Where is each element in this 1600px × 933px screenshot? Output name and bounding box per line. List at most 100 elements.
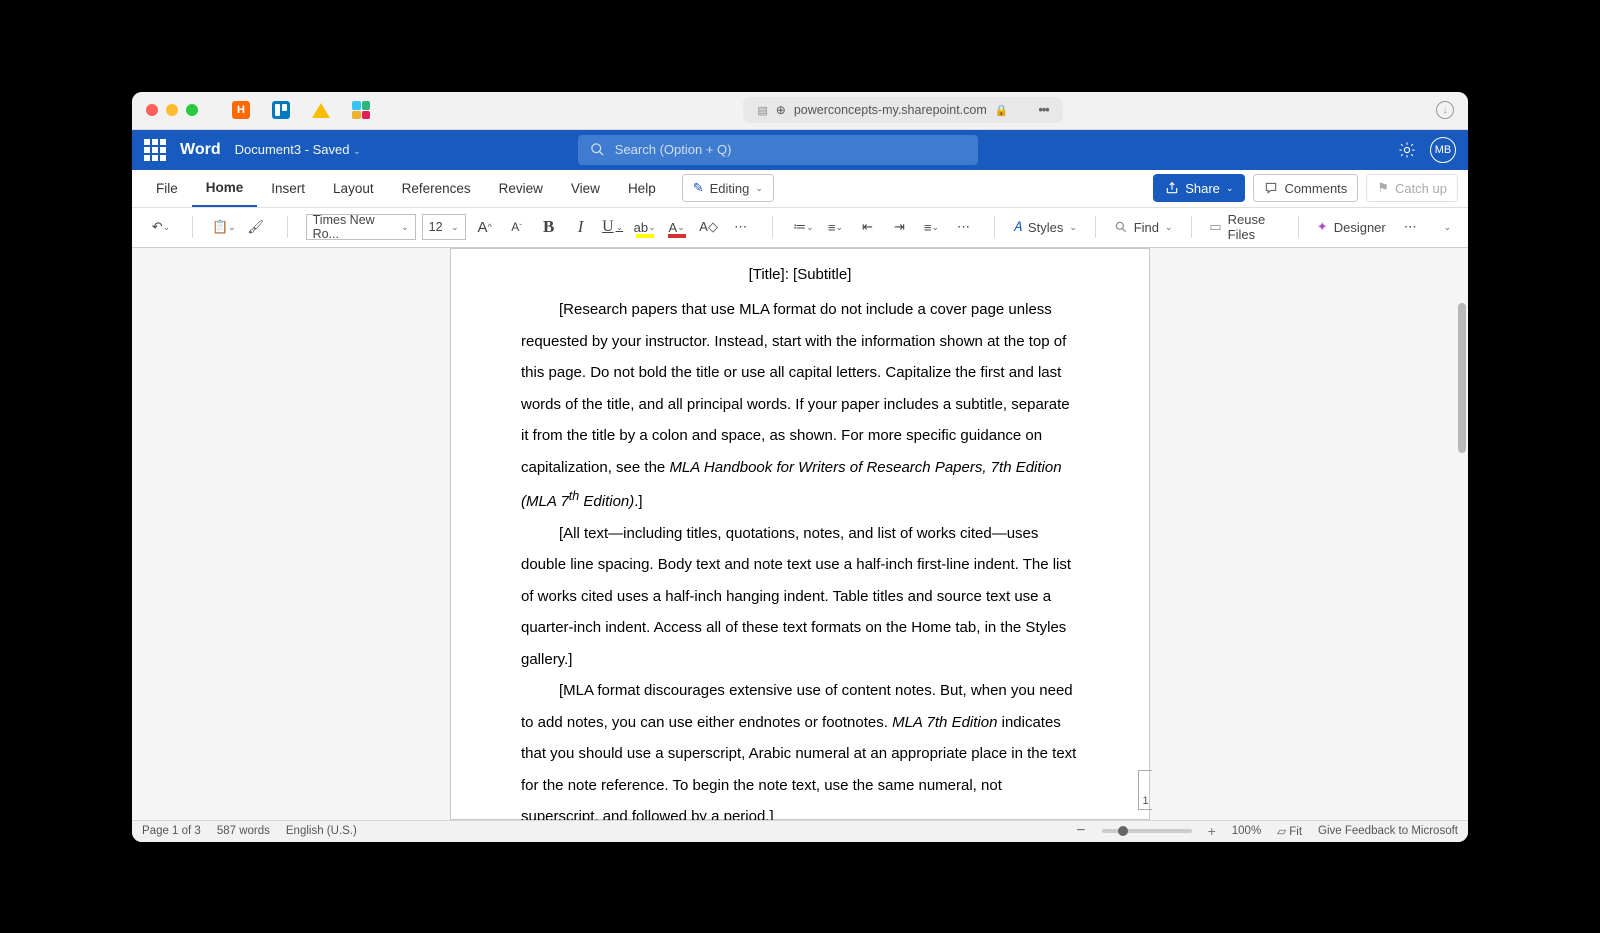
find-label: Find xyxy=(1134,220,1159,235)
share-icon xyxy=(1165,181,1179,195)
tab-view[interactable]: View xyxy=(557,170,614,207)
fit-button[interactable]: ▱ Fit xyxy=(1277,824,1302,838)
collapse-ribbon-button[interactable]: ⌄ xyxy=(1437,214,1458,240)
search-input[interactable]: Search (Option + Q) xyxy=(578,135,978,165)
editing-mode-button[interactable]: ✎ Editing ⌄ xyxy=(682,174,774,202)
user-avatar[interactable]: MB xyxy=(1430,137,1456,163)
tab-insert[interactable]: Insert xyxy=(257,170,319,207)
italic-button[interactable]: I xyxy=(568,214,594,240)
styles-icon: 𝐴 xyxy=(1013,219,1022,235)
reader-icon: ▤ xyxy=(757,104,767,117)
trello-icon[interactable] xyxy=(272,101,290,119)
paragraph-3: [MLA format discourages extensive use of… xyxy=(521,675,1079,820)
tab-layout[interactable]: Layout xyxy=(319,170,388,207)
search-icon xyxy=(1114,220,1128,234)
catchup-label: Catch up xyxy=(1395,181,1447,196)
page-number-indicator: 1 xyxy=(1138,770,1152,810)
slack-icon[interactable] xyxy=(352,101,370,119)
designer-button[interactable]: ✦ Designer xyxy=(1311,214,1392,240)
more-paragraph-button[interactable]: ⋯ xyxy=(950,214,976,240)
bullets-button[interactable]: ≔⌄ xyxy=(790,214,816,240)
paragraph-2: [All text—including titles, quotations, … xyxy=(521,518,1079,676)
browser-extension-icons: H xyxy=(232,101,370,119)
share-button[interactable]: Share ⌄ xyxy=(1153,174,1245,202)
comments-label: Comments xyxy=(1284,181,1347,196)
url-text: powerconcepts-my.sharepoint.com xyxy=(794,103,987,117)
paste-button[interactable]: 📋⌄ xyxy=(211,214,237,240)
globe-icon: ⊕ xyxy=(776,103,786,117)
maximize-window-button[interactable] xyxy=(186,104,198,116)
traffic-lights xyxy=(146,104,198,116)
undo-button[interactable]: ↶⌄ xyxy=(148,214,174,240)
language-status[interactable]: English (U.S.) xyxy=(286,825,357,837)
tab-file[interactable]: File xyxy=(142,170,192,207)
document-name[interactable]: Document3 - Saved ⌄ xyxy=(235,142,361,157)
bold-button[interactable]: B xyxy=(536,214,562,240)
app-window: H ▤ ⊕ powerconcepts-my.sharepoint.com 🔒 … xyxy=(132,92,1468,842)
search-placeholder: Search (Option + Q) xyxy=(615,142,732,157)
settings-icon[interactable] xyxy=(1398,141,1416,159)
align-button[interactable]: ≡⌄ xyxy=(918,214,944,240)
search-icon xyxy=(590,142,605,157)
catchup-button[interactable]: ⚑ Catch up xyxy=(1366,174,1458,202)
close-window-button[interactable] xyxy=(146,104,158,116)
minimize-window-button[interactable] xyxy=(166,104,178,116)
font-family-value: Times New Ro... xyxy=(313,213,393,241)
paragraph-1: [Research papers that use MLA format do … xyxy=(521,294,1079,518)
word-count[interactable]: 587 words xyxy=(217,825,270,837)
find-button[interactable]: Find⌄ xyxy=(1108,214,1179,240)
url-bar[interactable]: ▤ ⊕ powerconcepts-my.sharepoint.com 🔒 ••… xyxy=(743,97,1062,123)
pen-icon: ✎ xyxy=(693,180,704,196)
designer-icon: ✦ xyxy=(1317,219,1328,235)
styles-label: Styles xyxy=(1028,220,1063,235)
tab-references[interactable]: References xyxy=(388,170,485,207)
document-title: [Title]: [Subtitle] xyxy=(521,259,1079,291)
zoom-level[interactable]: 100% xyxy=(1232,825,1261,837)
flag-icon: ⚑ xyxy=(1377,180,1389,196)
highlight-button[interactable]: ab⌄ xyxy=(632,214,658,240)
increase-indent-button[interactable]: ⇥ xyxy=(886,214,912,240)
reuse-files-button[interactable]: ▭ Reuse Files xyxy=(1203,214,1286,240)
tab-help[interactable]: Help xyxy=(614,170,670,207)
vertical-scrollbar[interactable] xyxy=(1458,303,1466,453)
grow-font-button[interactable]: A^ xyxy=(472,214,498,240)
comments-button[interactable]: Comments xyxy=(1253,174,1358,202)
underline-button[interactable]: U⌄ xyxy=(600,214,626,240)
feedback-link[interactable]: Give Feedback to Microsoft xyxy=(1318,825,1458,837)
font-family-select[interactable]: Times New Ro...⌄ xyxy=(306,214,416,240)
app-launcher-icon[interactable] xyxy=(144,139,166,161)
zoom-out-button[interactable]: − xyxy=(1076,822,1085,840)
designer-label: Designer xyxy=(1334,220,1386,235)
word-header: Word Document3 - Saved ⌄ Search (Option … xyxy=(132,130,1468,170)
zoom-in-button[interactable]: + xyxy=(1208,823,1216,839)
reuse-label: Reuse Files xyxy=(1228,212,1280,242)
styles-button[interactable]: 𝐴 Styles⌄ xyxy=(1007,214,1083,240)
extension-h-icon[interactable]: H xyxy=(232,101,250,119)
shrink-font-button[interactable]: Aˇ xyxy=(504,214,530,240)
ribbon-tabs: File Home Insert Layout References Revie… xyxy=(132,170,1468,208)
font-color-button[interactable]: A⌄ xyxy=(664,214,690,240)
clear-format-button[interactable]: A◇ xyxy=(696,214,722,240)
font-size-select[interactable]: 12⌄ xyxy=(422,214,466,240)
file-icon: ▭ xyxy=(1209,219,1221,235)
tab-review[interactable]: Review xyxy=(485,170,557,207)
format-painter-button[interactable]: 🖌 xyxy=(243,214,269,240)
comment-icon xyxy=(1264,181,1278,195)
mac-titlebar: H ▤ ⊕ powerconcepts-my.sharepoint.com 🔒 … xyxy=(132,92,1468,130)
more-font-button[interactable]: ⋯ xyxy=(728,214,754,240)
downloads-icon[interactable]: ↓ xyxy=(1436,101,1454,119)
tab-home[interactable]: Home xyxy=(192,170,258,207)
app-name: Word xyxy=(180,141,221,159)
page-count[interactable]: Page 1 of 3 xyxy=(142,825,201,837)
decrease-indent-button[interactable]: ⇤ xyxy=(854,214,880,240)
document-canvas: [Title]: [Subtitle] [Research papers tha… xyxy=(132,248,1468,820)
share-label: Share xyxy=(1185,181,1220,196)
ribbon-overflow-button[interactable]: ⋯ xyxy=(1400,214,1421,240)
zoom-slider[interactable] xyxy=(1102,829,1192,833)
document-page[interactable]: [Title]: [Subtitle] [Research papers tha… xyxy=(450,248,1150,820)
numbering-button[interactable]: ≡⌄ xyxy=(822,214,848,240)
drive-icon[interactable] xyxy=(312,101,330,119)
more-icon[interactable]: ••• xyxy=(1038,103,1048,117)
ribbon-toolbar: ↶⌄ 📋⌄ 🖌 Times New Ro...⌄ 12⌄ A^ Aˇ B I U… xyxy=(132,208,1468,248)
editing-label: Editing xyxy=(710,181,750,196)
